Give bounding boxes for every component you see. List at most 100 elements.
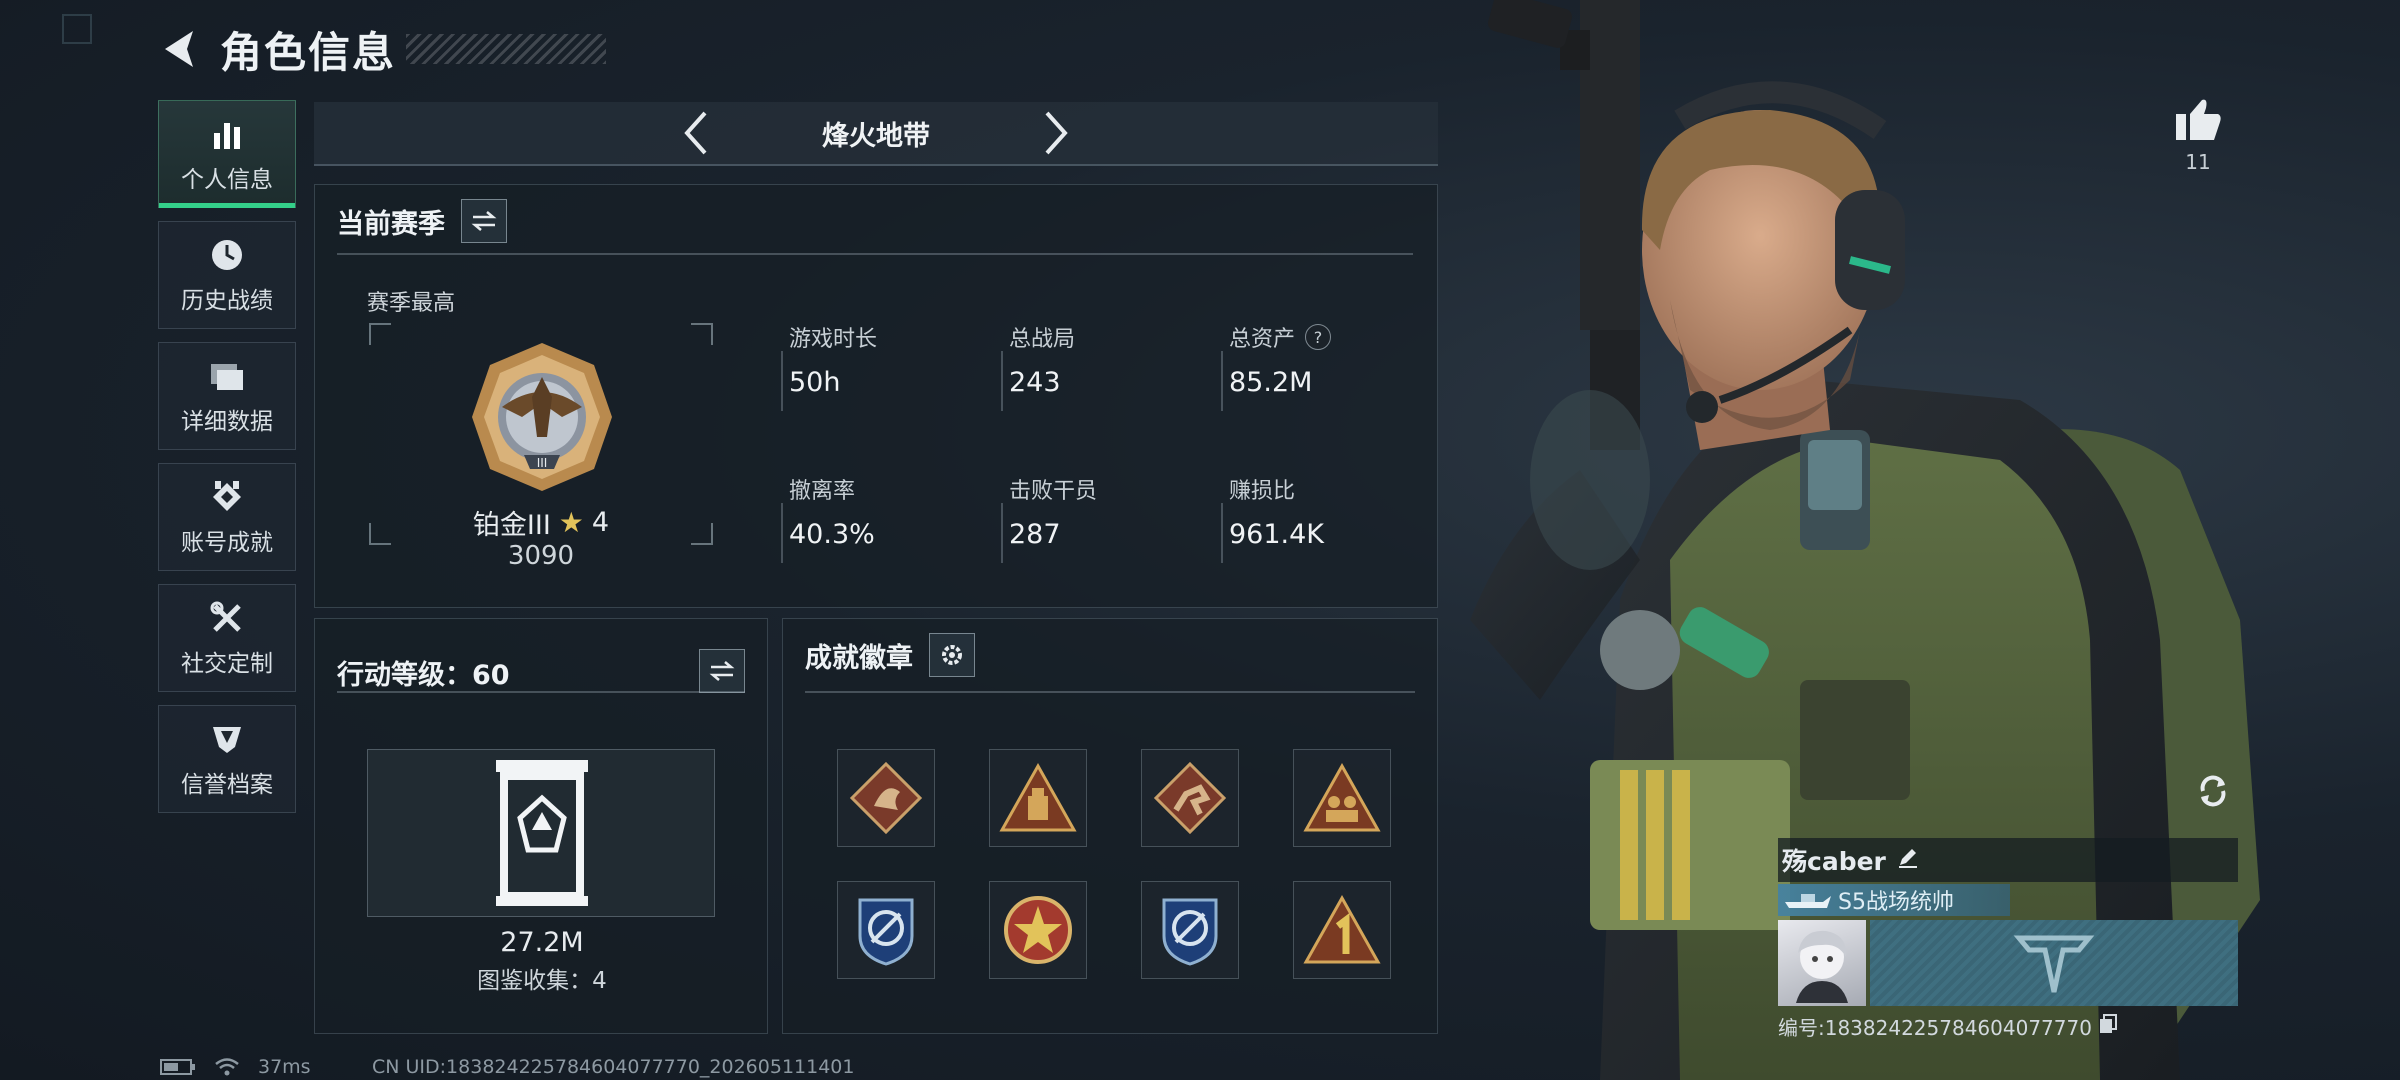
badge-wing-shield[interactable] [1141, 881, 1239, 979]
chevron-right-icon [1045, 111, 1068, 155]
badge-settings-button[interactable] [929, 633, 975, 677]
rank-name: 铂金III [472, 510, 551, 541]
badge-runner[interactable] [1141, 749, 1239, 847]
rank-name-row: 铂金III ★ 4 [369, 503, 713, 542]
back-arrow-icon [165, 31, 193, 67]
stat-value: 243 [1009, 367, 1061, 398]
collection-value: 27.2M [500, 927, 584, 958]
status-bar: 37ms [160, 1056, 311, 1078]
divider [337, 253, 1413, 255]
nav-item-achievements[interactable]: 账号成就 [158, 463, 296, 571]
stat-profit-ratio: 赚损比 961.4K [1221, 473, 1429, 563]
help-icon[interactable]: ? [1305, 324, 1332, 350]
player-card: 殇caber S5战场统帅 编号:1838242257846040777​70 [1778, 838, 2238, 1041]
prev-mode-button[interactable] [666, 103, 726, 163]
number-one-badge-icon [1303, 894, 1381, 964]
avatar-portrait-icon [1796, 930, 1848, 1003]
nav-item-label: 历史战绩 [181, 288, 273, 314]
supply-badge-icon [999, 762, 1077, 832]
page-header: 角色信息 [150, 20, 607, 78]
action-level-title: 行动等级：60 [337, 660, 510, 691]
nav-item-personal-info[interactable]: 个人信息 [158, 100, 296, 208]
badge-supply[interactable] [989, 749, 1087, 847]
nav-item-label: 社交定制 [181, 651, 273, 677]
stat-label-row: 总资产 ? [1229, 321, 1429, 353]
corner-decoration [62, 14, 92, 44]
nameplate-background [1870, 920, 2238, 1006]
season-title: 当前赛季 [337, 208, 445, 240]
stat-value: 287 [1009, 519, 1061, 550]
stat-label: 总资产 [1229, 327, 1296, 352]
avatar[interactable] [1778, 920, 1866, 1006]
stat-total-matches: 总战局 243 [1001, 321, 1209, 411]
thumbs-up-icon [2176, 99, 2221, 140]
rank-score: 3090 [507, 541, 575, 571]
season-best-label: 赛季最高 [367, 291, 456, 316]
like-button[interactable]: 11 [2172, 96, 2224, 174]
action-switch-button[interactable] [699, 649, 745, 693]
wing-shield-badge-icon [1162, 898, 1218, 966]
pencil-icon [1898, 849, 1917, 868]
player-name: 殇caber [1782, 847, 1886, 876]
player-title: S5战场统帅 [1838, 890, 1954, 915]
achievement-badges-panel: 成就徽章 [782, 618, 1438, 1034]
player-name-row: 殇caber [1778, 838, 2238, 882]
tools-icon [207, 598, 247, 638]
nav-item-label: 详细数据 [181, 409, 273, 435]
chevron-left-icon [684, 111, 707, 155]
achievement-header: 成就徽章 [805, 633, 975, 677]
nav-item-social-custom[interactable]: 社交定制 [158, 584, 296, 692]
action-level-panel: 行动等级：60 27.2M 图鉴收集：4 [314, 618, 768, 1034]
wing-shield-badge-icon [858, 898, 914, 966]
runner-badge-icon [1153, 761, 1227, 835]
divider [805, 691, 1415, 693]
stat-play-time: 游戏时长 50h [781, 321, 989, 411]
nav-item-reputation[interactable]: 信誉档案 [158, 705, 296, 813]
stat-label: 游戏时长 [789, 327, 878, 352]
side-nav: 个人信息 历史战绩 详细数据 账号成就 社交定制 信誉档案 [158, 100, 296, 826]
wifi-icon [215, 1058, 239, 1076]
player-id-row: 编号:1838242257846040777​70 [1778, 1012, 2238, 1041]
stat-extraction-rate: 撤离率 40.3% [781, 473, 989, 563]
swap-arrows-icon [709, 661, 735, 681]
battery-icon [160, 1059, 195, 1075]
player-nameplate [1778, 920, 2238, 1006]
player-title-banner: S5战场统帅 [1778, 884, 2010, 916]
stat-label: 撤离率 [789, 479, 856, 504]
nav-item-match-history[interactable]: 历史战绩 [158, 221, 296, 329]
title-decoration [406, 34, 607, 64]
stat-operators-defeated: 击败干员 287 [1001, 473, 1209, 563]
nav-item-detailed-data[interactable]: 详细数据 [158, 342, 296, 450]
edit-name-button[interactable] [1896, 845, 1920, 875]
svg-text:III: III [537, 456, 548, 470]
player-id: 编号:1838242257846040777​70 [1778, 1016, 2092, 1040]
stat-value: 40.3% [789, 519, 875, 550]
divider [337, 691, 745, 693]
speedboat-icon [1778, 884, 1838, 916]
back-button[interactable] [150, 20, 208, 78]
copy-icon [2099, 1014, 2117, 1033]
next-mode-button[interactable] [1026, 103, 1086, 163]
badge-star-medal[interactable] [989, 881, 1087, 979]
ping-value: 37ms [258, 1056, 311, 1078]
badge-number-one[interactable] [1293, 881, 1391, 979]
achievement-icon [207, 477, 247, 517]
swap-arrows-icon [471, 211, 497, 231]
stat-total-assets: 总资产 ? 85.2M [1221, 321, 1429, 411]
rotate-model-button[interactable] [2190, 768, 2236, 814]
account-uid: CN UID:1838242257846040777​70_2026051114… [372, 1056, 855, 1078]
stat-value: 961.4K [1229, 519, 1325, 550]
badge-dragon[interactable] [837, 749, 935, 847]
shield-icon [207, 719, 247, 759]
game-mode-title: 烽火地带 [822, 120, 930, 152]
nav-item-label: 账号成就 [181, 530, 273, 556]
collection-count: 图鉴收集：4 [477, 968, 607, 994]
copy-id-button[interactable] [2098, 1013, 2118, 1040]
badge-squad[interactable] [1293, 749, 1391, 847]
gear-icon [942, 645, 962, 665]
collection-poster[interactable] [367, 749, 715, 917]
season-switch-button[interactable] [461, 199, 507, 243]
badge-wing-shield[interactable] [837, 881, 935, 979]
stat-label: 赚损比 [1229, 479, 1296, 504]
squad-badge-icon [1303, 762, 1381, 832]
